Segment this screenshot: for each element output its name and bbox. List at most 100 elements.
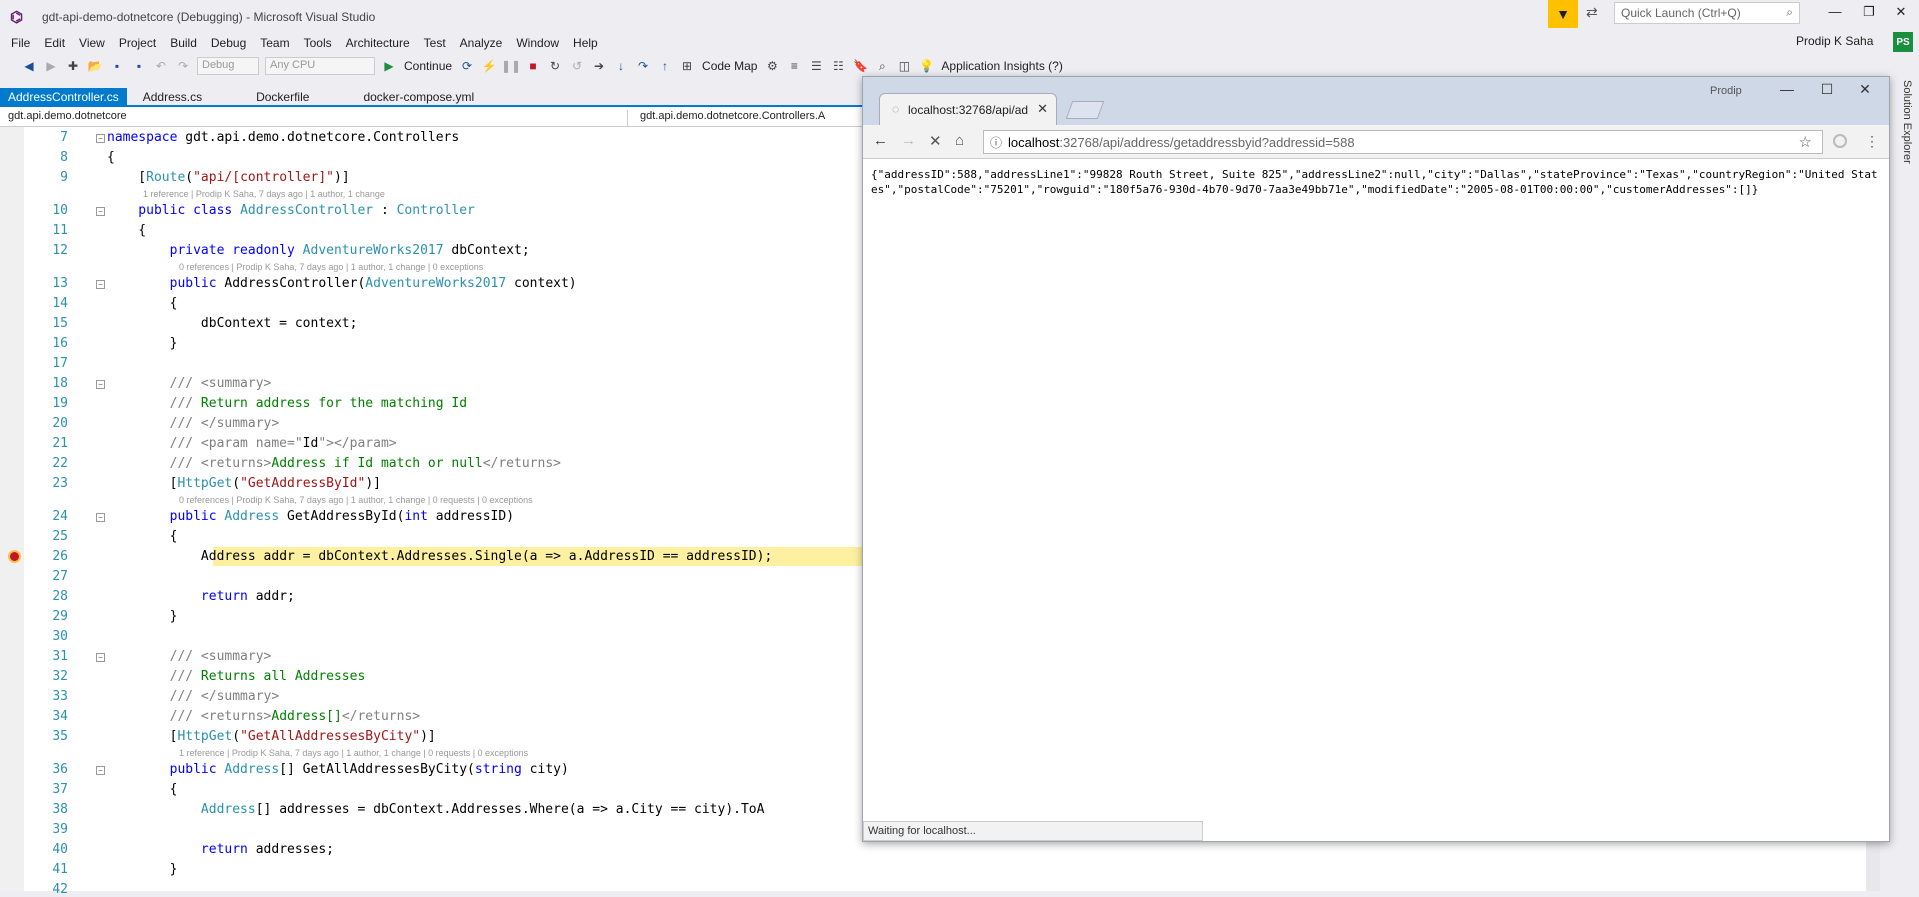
- codelens-info[interactable]: 1 reference | Prodip K Saha, 7 days ago …: [179, 748, 528, 758]
- browser-menu-icon[interactable]: ⋮: [1865, 133, 1879, 150]
- code-map-button[interactable]: Code Map: [702, 59, 757, 73]
- new-tab-button[interactable]: [1065, 101, 1105, 119]
- format-icon[interactable]: ≡: [785, 57, 803, 75]
- browser-maximize-button[interactable]: ☐: [1807, 81, 1847, 101]
- stop-debugging-icon[interactable]: ■: [524, 57, 542, 75]
- menu-window[interactable]: Window: [509, 36, 566, 50]
- code-line: }: [107, 862, 178, 877]
- browser-tab[interactable]: ◌ localhost:32768/api/addr ✕: [879, 93, 1057, 125]
- browser-minimize-button[interactable]: —: [1767, 81, 1807, 101]
- address-bar[interactable]: ⓘ localhost:32768/api/address/getaddressb…: [983, 130, 1823, 154]
- restore-button[interactable]: ❐: [1852, 4, 1886, 26]
- menu-tools[interactable]: Tools: [297, 36, 339, 50]
- save-icon[interactable]: ▪: [108, 57, 126, 75]
- line-number: 28: [52, 589, 68, 604]
- browser-link-icon[interactable]: ⚡: [480, 57, 498, 75]
- hot-reload-icon[interactable]: ↺: [568, 57, 586, 75]
- notification-filter-icon[interactable]: ▼: [1548, 0, 1578, 28]
- forward-icon[interactable]: ▶: [42, 57, 60, 75]
- info-icon[interactable]: ⓘ: [990, 136, 1002, 150]
- menu-team[interactable]: Team: [253, 36, 296, 50]
- menu-architecture[interactable]: Architecture: [339, 36, 417, 50]
- codelens-info[interactable]: 0 references | Prodip K Saha, 7 days ago…: [179, 495, 533, 505]
- menu-debug[interactable]: Debug: [204, 36, 253, 50]
- feedback-icon[interactable]: ⇄: [1586, 4, 1598, 21]
- code-line: /// </summary>: [107, 416, 280, 431]
- redo-icon[interactable]: ↷: [174, 57, 192, 75]
- browser-close-button[interactable]: ✕: [1845, 81, 1885, 101]
- solution-explorer-tab[interactable]: Solution Explorer: [1893, 80, 1913, 260]
- codelens-info[interactable]: 0 references | Prodip K Saha, 7 days ago…: [179, 262, 483, 272]
- step-over-icon[interactable]: ↷: [634, 57, 652, 75]
- browser-window[interactable]: ◌ localhost:32768/api/addr ✕ Prodip — ☐ …: [862, 76, 1890, 842]
- menu-analyze[interactable]: Analyze: [453, 36, 510, 50]
- home-icon[interactable]: ⌂: [955, 132, 964, 149]
- code-token: int: [404, 509, 428, 524]
- continue-button[interactable]: Continue: [404, 59, 452, 73]
- code-token: public: [107, 509, 225, 524]
- continue-icon[interactable]: ▶: [380, 57, 398, 75]
- extension-icon[interactable]: [1833, 134, 1847, 148]
- close-button[interactable]: ✕: [1884, 4, 1918, 26]
- stop-loading-icon[interactable]: ✕: [929, 132, 942, 150]
- show-next-statement-icon[interactable]: ➔: [590, 57, 608, 75]
- loading-spinner-icon: ◌: [892, 102, 900, 116]
- code-token: namespace: [107, 130, 178, 145]
- find-icon[interactable]: ⌕: [873, 57, 891, 75]
- fold-toggle[interactable]: −: [96, 513, 105, 522]
- save-all-icon[interactable]: ▪: [130, 57, 148, 75]
- menu-edit[interactable]: Edit: [37, 36, 72, 50]
- platform-select[interactable]: Any CPU: [265, 57, 375, 75]
- step-out-icon[interactable]: ↑: [656, 57, 674, 75]
- fold-toggle[interactable]: −: [96, 207, 105, 216]
- refresh-icon[interactable]: ⟳: [458, 57, 476, 75]
- open-file-icon[interactable]: 📂: [86, 57, 104, 75]
- quick-launch-input[interactable]: Quick Launch (Ctrl+Q) ⌕: [1614, 2, 1800, 24]
- menu-view[interactable]: View: [72, 36, 112, 50]
- restart-icon[interactable]: ↻: [546, 57, 564, 75]
- code-map-icon[interactable]: ⊞: [678, 57, 696, 75]
- step-into-icon[interactable]: ↓: [612, 57, 630, 75]
- browser-profile[interactable]: Prodip: [1710, 85, 1742, 97]
- fold-toggle[interactable]: −: [96, 280, 105, 289]
- fold-toggle[interactable]: −: [96, 766, 105, 775]
- diagnostic-tools-icon[interactable]: ⚙: [763, 57, 781, 75]
- menu-build[interactable]: Build: [163, 36, 204, 50]
- codelens-info[interactable]: 1 reference | Prodip K Saha, 7 days ago …: [143, 189, 385, 199]
- bookmark-star-icon[interactable]: ☆: [1799, 133, 1812, 151]
- break-all-icon[interactable]: ❚❚: [501, 57, 521, 75]
- menu-test[interactable]: Test: [417, 36, 453, 50]
- back-icon[interactable]: ←: [873, 132, 888, 149]
- indicator-margin[interactable]: [0, 127, 24, 891]
- back-icon[interactable]: ◀: [20, 57, 38, 75]
- avatar[interactable]: PS: [1893, 32, 1913, 52]
- code-line: return addr;: [107, 589, 295, 604]
- undo-icon[interactable]: ↶: [152, 57, 170, 75]
- line-number: 11: [52, 223, 68, 238]
- class-dropdown[interactable]: gdt.api.demo.dotnetcore.Controllers.A: [640, 110, 825, 122]
- user-name[interactable]: Prodip K Saha: [1796, 34, 1873, 48]
- code-token: (: [232, 729, 241, 744]
- solution-icon[interactable]: ◫: [895, 57, 913, 75]
- forward-icon[interactable]: →: [901, 132, 916, 149]
- menu-project[interactable]: Project: [112, 36, 163, 50]
- application-insights-button[interactable]: Application Insights (?): [941, 59, 1062, 73]
- project-dropdown[interactable]: gdt.api.demo.dotnetcore: [8, 110, 628, 126]
- fold-toggle[interactable]: −: [96, 653, 105, 662]
- menu-file[interactable]: File: [4, 36, 37, 50]
- new-project-icon[interactable]: ✚: [64, 57, 82, 75]
- uncomment-icon[interactable]: ☷: [829, 57, 847, 75]
- configuration-select[interactable]: Debug: [197, 57, 259, 75]
- code-token: [] addresses = dbContext.Addresses.Where…: [255, 802, 765, 817]
- close-tab-icon[interactable]: ✕: [1037, 101, 1048, 117]
- comment-icon[interactable]: ☰: [807, 57, 825, 75]
- code-line: /// <param name="Id"></param>: [107, 436, 397, 451]
- menu-help[interactable]: Help: [566, 36, 605, 50]
- application-insights-icon[interactable]: 💡: [917, 57, 935, 75]
- breakpoint-icon[interactable]: [8, 550, 21, 563]
- bookmark-icon[interactable]: 🔖: [851, 57, 869, 75]
- fold-toggle[interactable]: −: [96, 380, 105, 389]
- fold-toggle[interactable]: −: [96, 134, 105, 143]
- document-tabs: AddressController.cs Address.cs Dockerfi…: [0, 86, 870, 107]
- minimize-button[interactable]: —: [1818, 4, 1852, 26]
